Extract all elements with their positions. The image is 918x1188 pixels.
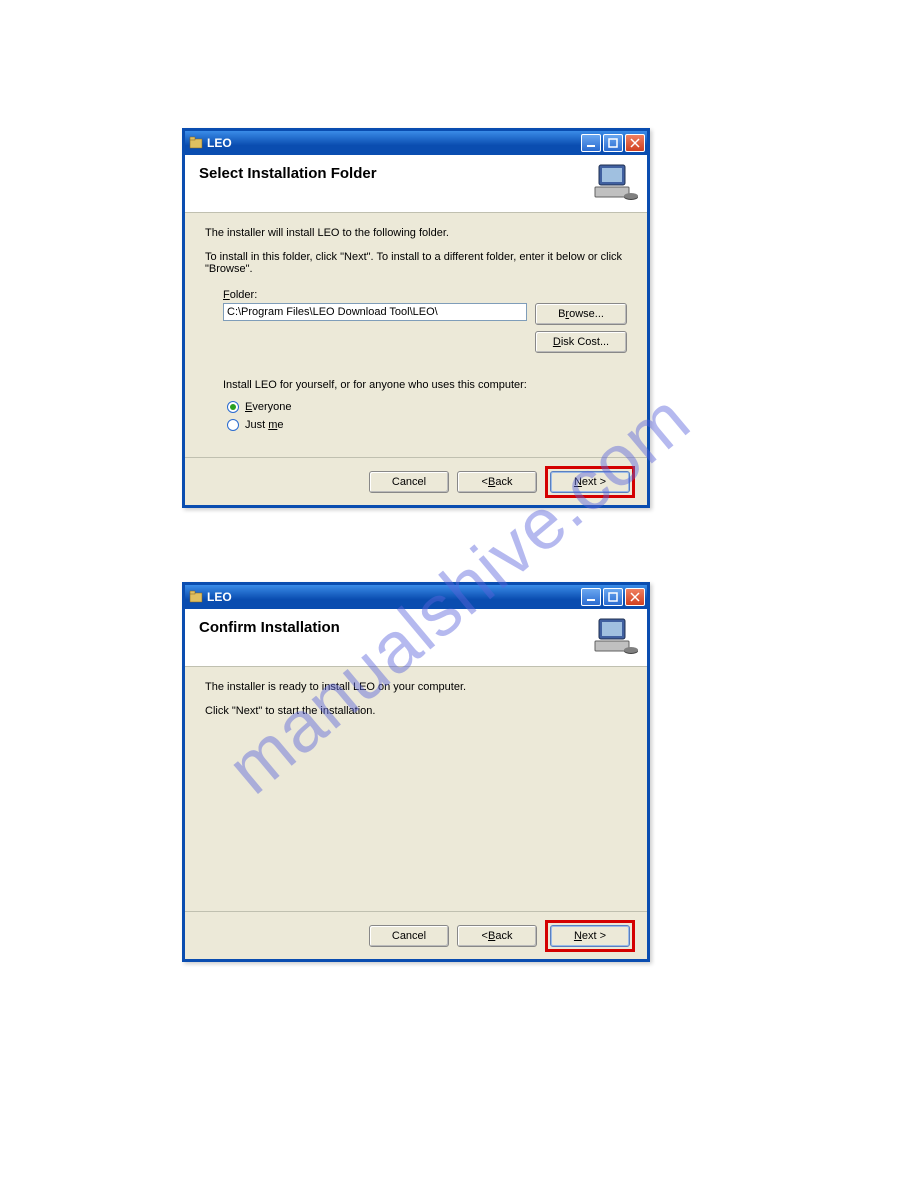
installer-dialog-select-folder: LEO Select Installation Folder The insta… xyxy=(182,128,650,508)
radio-just-me-label: Just me xyxy=(245,419,284,431)
close-button[interactable] xyxy=(625,588,645,606)
computer-installer-icon xyxy=(591,613,639,661)
dialog-footer: Cancel < Back Next > xyxy=(185,911,647,959)
instruction-text-1: The installer is ready to install LEO on… xyxy=(205,681,627,693)
titlebar[interactable]: LEO xyxy=(185,585,647,609)
page-title: Confirm Installation xyxy=(199,619,633,636)
cancel-button[interactable]: Cancel xyxy=(369,471,449,493)
radio-just-me[interactable]: Just me xyxy=(227,419,627,431)
folder-label: Folder: xyxy=(223,289,627,301)
back-button[interactable]: < Back xyxy=(457,471,537,493)
folder-input[interactable] xyxy=(223,303,527,321)
next-button-highlight: Next > xyxy=(545,466,635,498)
instruction-text-1: The installer will install LEO to the fo… xyxy=(205,227,627,239)
minimize-button[interactable] xyxy=(581,134,601,152)
radio-icon xyxy=(227,419,239,431)
instruction-text-2: Click "Next" to start the installation. xyxy=(205,705,627,717)
dialog-footer: Cancel < Back Next > xyxy=(185,457,647,505)
dialog-header: Confirm Installation xyxy=(185,609,647,667)
dialog-header: Select Installation Folder xyxy=(185,155,647,213)
minimize-button[interactable] xyxy=(581,588,601,606)
radio-icon xyxy=(227,401,239,413)
installer-icon xyxy=(189,136,203,150)
page-title: Select Installation Folder xyxy=(199,165,633,182)
back-button[interactable]: < Back xyxy=(457,925,537,947)
maximize-button[interactable] xyxy=(603,134,623,152)
dialog-body: The installer is ready to install LEO on… xyxy=(185,667,647,911)
next-button[interactable]: Next > xyxy=(550,925,630,947)
close-button[interactable] xyxy=(625,134,645,152)
titlebar[interactable]: LEO xyxy=(185,131,647,155)
window-title: LEO xyxy=(207,590,579,604)
browse-button[interactable]: Browse... xyxy=(535,303,627,325)
maximize-button[interactable] xyxy=(603,588,623,606)
instruction-text-2: To install in this folder, click "Next".… xyxy=(205,251,627,275)
dialog-body: The installer will install LEO to the fo… xyxy=(185,213,647,457)
installer-dialog-confirm: LEO Confirm Installation The installer i… xyxy=(182,582,650,962)
radio-everyone[interactable]: Everyone xyxy=(227,401,627,413)
next-button[interactable]: Next > xyxy=(550,471,630,493)
installer-icon xyxy=(189,590,203,604)
disk-cost-button[interactable]: Disk Cost... xyxy=(535,331,627,353)
install-for-text: Install LEO for yourself, or for anyone … xyxy=(223,379,627,391)
window-title: LEO xyxy=(207,136,579,150)
cancel-button[interactable]: Cancel xyxy=(369,925,449,947)
radio-everyone-label: Everyone xyxy=(245,401,291,413)
next-button-highlight: Next > xyxy=(545,920,635,952)
computer-installer-icon xyxy=(591,159,639,207)
